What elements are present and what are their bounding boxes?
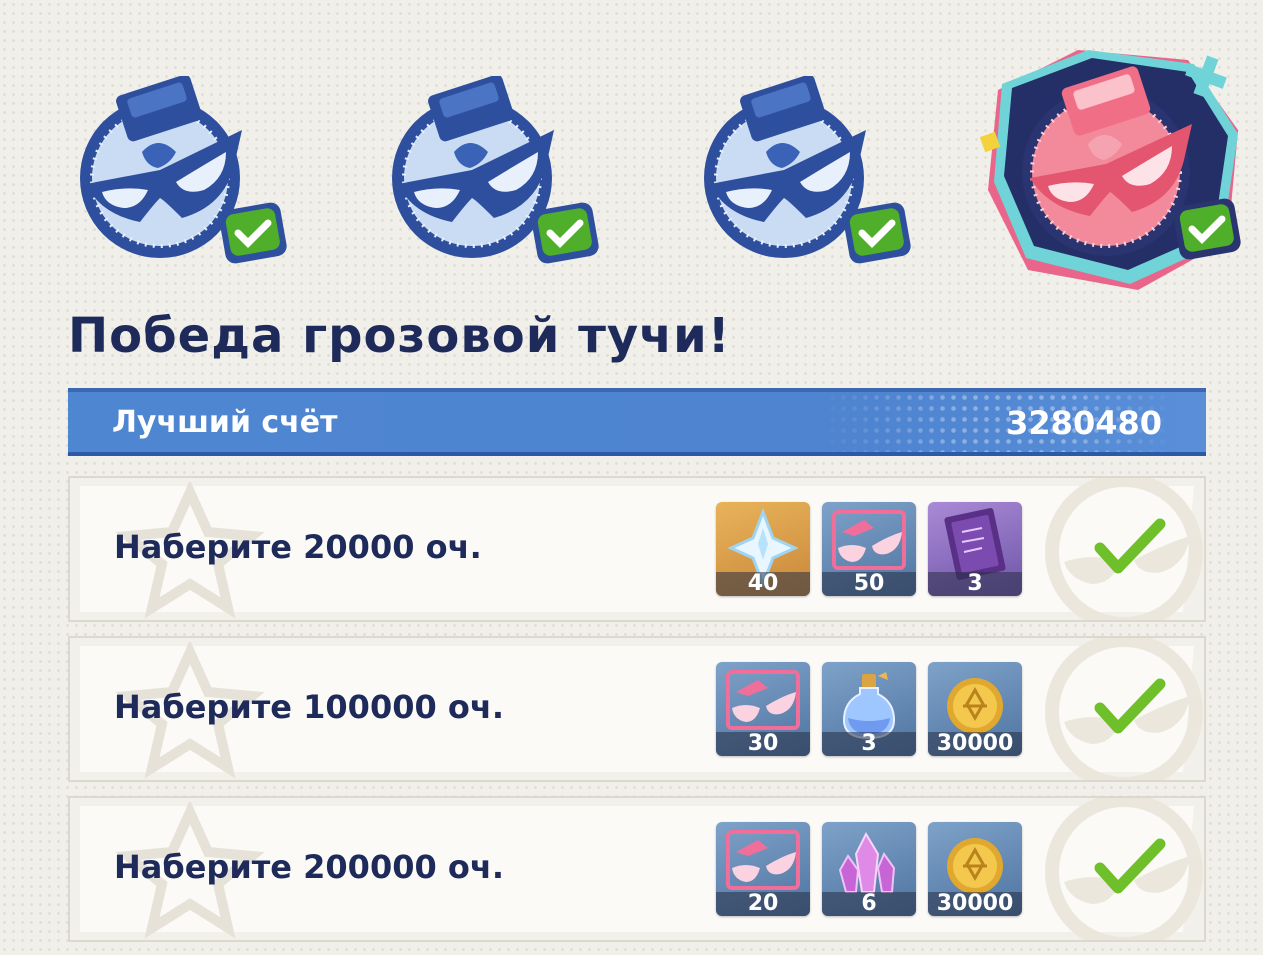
reward-item[interactable]: 50 [822,502,916,596]
reward-count: 20 [716,892,810,916]
task-row: Наберите 200000 оч. 20 6 30000 [68,796,1206,942]
reward-item[interactable]: 3 [822,662,916,756]
badge-2 [384,76,604,266]
check-icon [1094,518,1166,574]
task-label: Наберите 20000 оч. [114,528,482,566]
reward-count: 6 [822,892,916,916]
page-title: Победа грозовой тучи! [68,308,731,364]
reward-item[interactable]: 3 [928,502,1022,596]
reward-count: 30000 [928,732,1022,756]
reward-count: 40 [716,572,810,596]
reward-count: 30 [716,732,810,756]
reward-count: 50 [822,572,916,596]
mask-bomb-icon [392,76,599,264]
reward-count: 3 [928,572,1022,596]
reward-count: 3 [822,732,916,756]
task-row: Наберите 100000 оч. 30 3 30000 [68,636,1206,782]
mask-bomb-icon [80,76,287,264]
task-row: Наберите 20000 оч. 40 50 3 [68,476,1206,622]
reward-item[interactable]: 30000 [928,822,1022,916]
best-score-value: 3280480 [1006,404,1162,442]
badge-3 [696,76,916,266]
reward-count: 30000 [928,892,1022,916]
reward-list: 20 6 30000 [716,822,1022,916]
task-label: Наберите 100000 оч. [114,688,504,726]
reward-list: 40 50 3 [716,502,1022,596]
mask-bomb-icon [704,76,911,264]
badge-4-featured [968,30,1248,298]
task-label: Наберите 200000 оч. [114,848,504,886]
check-icon [1094,678,1166,734]
reward-item[interactable]: 20 [716,822,810,916]
reward-list: 30 3 30000 [716,662,1022,756]
reward-item[interactable]: 30 [716,662,810,756]
check-icon [1094,838,1166,894]
reward-item[interactable]: 30000 [928,662,1022,756]
mask-bomb-pink-icon [979,50,1241,290]
reward-item[interactable]: 6 [822,822,916,916]
badge-row [0,0,1263,300]
best-score-bar: Лучший счёт 3280480 [68,388,1206,456]
reward-item[interactable]: 40 [716,502,810,596]
best-score-label: Лучший счёт [112,405,338,440]
badge-1 [72,76,292,266]
